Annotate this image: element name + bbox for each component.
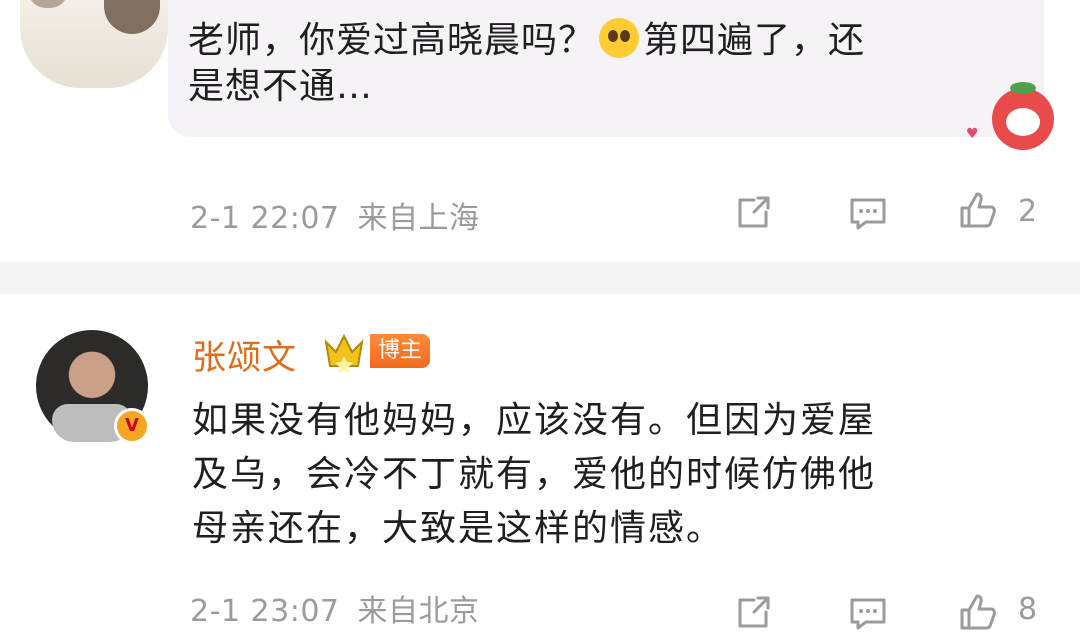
- reply-text-line: 母亲还在，大致是这样的情感。: [192, 508, 725, 549]
- comment-icon[interactable]: [848, 594, 888, 634]
- comment-text-part: 第四遍了，还: [643, 20, 866, 61]
- strawberry-sticker-icon: [992, 82, 1054, 150]
- comment-text-part: 老师，你爱过高晓晨吗？: [188, 20, 596, 61]
- user-avatar[interactable]: [20, 0, 168, 88]
- reply-text: 如果没有他妈妈，应该没有。但因为爱屋 及乌，会冷不丁就有，爱他的时候仿佛他 母亲…: [192, 394, 1022, 556]
- reply-text-line: 及乌，会冷不丁就有，爱他的时候仿佛他: [192, 454, 877, 495]
- reply-text-line: 如果没有他妈妈，应该没有。但因为爱屋: [192, 400, 877, 441]
- comment-actions: 2: [0, 186, 1080, 242]
- like-count: 8: [1018, 592, 1038, 627]
- share-icon[interactable]: [734, 192, 774, 232]
- section-divider: [0, 262, 1080, 294]
- username[interactable]: 张颂文: [192, 330, 297, 379]
- like-icon[interactable]: [958, 592, 998, 632]
- blogger-badge: 博主: [370, 334, 431, 368]
- like-icon[interactable]: [958, 190, 998, 230]
- comment-text-part: 是想不通…: [188, 66, 374, 107]
- pleading-face-icon: [599, 18, 640, 58]
- like-count: 2: [1018, 194, 1038, 229]
- comment-text: 老师，你爱过高晓晨吗？ 第四遍了，还 是想不通…: [188, 18, 1028, 110]
- share-icon[interactable]: [734, 592, 774, 632]
- heart-icon: ♥: [966, 126, 979, 142]
- verified-badge-icon: V: [114, 408, 150, 444]
- reply-actions: 8: [0, 586, 1080, 630]
- comment-card: 老师，你爱过高晓晨吗？ 第四遍了，还 是想不通… ♥ 2-1 22:07 来自上海 …: [0, 0, 1080, 262]
- comment-icon[interactable]: [848, 194, 888, 234]
